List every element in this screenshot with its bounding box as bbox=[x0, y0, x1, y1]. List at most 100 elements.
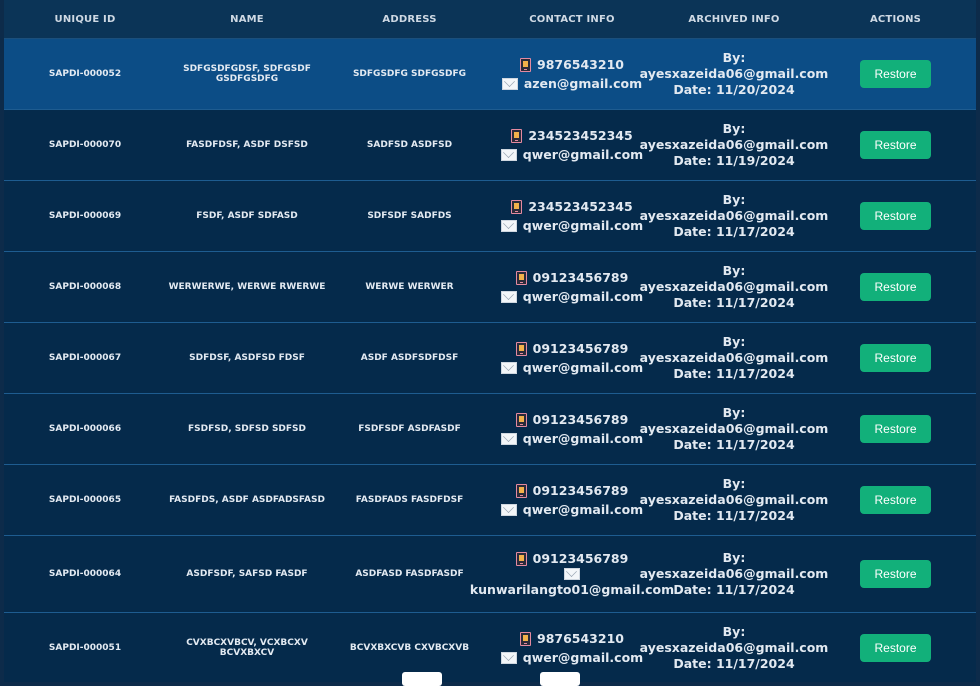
restore-button[interactable]: Restore bbox=[860, 60, 931, 88]
table-header: UNIQUE ID NAME ADDRESS CONTACT INFO ARCH… bbox=[4, 0, 976, 39]
archived-date: Date: 11/17/2024 bbox=[673, 508, 795, 523]
address-cell: FASDFADS FASDFDSF bbox=[355, 495, 464, 505]
contact-cell: 234523452345 qwer@gmail.com bbox=[491, 110, 653, 180]
address-cell: SADFSD ASDFSD bbox=[366, 140, 453, 150]
contact-cell: 9876543210 azen@gmail.com bbox=[491, 39, 653, 109]
archived-by-label: By: bbox=[722, 263, 746, 278]
archived-by-email: ayesxazeida06@gmail.com bbox=[639, 350, 829, 365]
phone-number: 09123456789 bbox=[532, 270, 629, 285]
unique-id-cell: SAPDI-000070 bbox=[48, 140, 122, 150]
mail-icon bbox=[500, 503, 517, 516]
name-cell: FSDF, ASDF SDFASD bbox=[196, 211, 298, 221]
phone-icon bbox=[515, 412, 527, 427]
email-address: qwer@gmail.com bbox=[522, 502, 644, 517]
actions-cell: Restore bbox=[815, 536, 976, 612]
restore-button[interactable]: Restore bbox=[860, 486, 931, 514]
unique-id-cell: SAPDI-000065 bbox=[48, 495, 122, 505]
archived-date: Date: 11/17/2024 bbox=[673, 656, 795, 671]
pagination-next-button[interactable] bbox=[540, 672, 580, 686]
table-row: SAPDI-000069 FSDF, ASDF SDFASD SDFSDF SA… bbox=[4, 181, 976, 252]
actions-cell: Restore bbox=[815, 465, 976, 535]
phone-number: 9876543210 bbox=[537, 57, 624, 72]
actions-cell: Restore bbox=[815, 110, 976, 180]
restore-button[interactable]: Restore bbox=[860, 202, 931, 230]
archived-by-email: ayesxazeida06@gmail.com bbox=[639, 492, 829, 507]
archived-info-cell: By: ayesxazeida06@gmail.com Date: 11/17/… bbox=[640, 394, 829, 464]
contact-cell: 09123456789 qwer@gmail.com bbox=[491, 252, 653, 322]
address-cell: FSDFSDF ASDFASDF bbox=[358, 424, 461, 434]
archived-info-cell: By: ayesxazeida06@gmail.com Date: 11/17/… bbox=[640, 252, 829, 322]
archived-date: Date: 11/17/2024 bbox=[673, 366, 795, 381]
table-row: SAPDI-000051 CVXBCXVBCV, VCXBCXV BCVXBXC… bbox=[4, 613, 976, 682]
email-address: qwer@gmail.com bbox=[522, 289, 644, 304]
table-row: SAPDI-000067 SDFDSF, ASDFSD FDSF ASDF AS… bbox=[4, 323, 976, 394]
mail-icon bbox=[500, 219, 517, 232]
actions-cell: Restore bbox=[815, 613, 976, 682]
archived-by-email: ayesxazeida06@gmail.com bbox=[639, 208, 829, 223]
email-address: qwer@gmail.com bbox=[522, 147, 644, 162]
phone-icon bbox=[515, 483, 527, 498]
mail-icon bbox=[500, 290, 517, 303]
table-row: SAPDI-000066 FSDFSD, SDFSD SDFSD FSDFSDF… bbox=[4, 394, 976, 465]
restore-button[interactable]: Restore bbox=[860, 344, 931, 372]
unique-id-cell: SAPDI-000069 bbox=[48, 211, 122, 221]
archived-info-cell: By: ayesxazeida06@gmail.com Date: 11/17/… bbox=[640, 613, 829, 682]
header-actions: ACTIONS bbox=[869, 13, 922, 25]
archived-date: Date: 11/20/2024 bbox=[673, 82, 795, 97]
archived-info-cell: By: ayesxazeida06@gmail.com Date: 11/17/… bbox=[640, 181, 829, 251]
archived-by-email: ayesxazeida06@gmail.com bbox=[639, 640, 829, 655]
phone-icon bbox=[511, 199, 523, 214]
archived-date: Date: 11/17/2024 bbox=[673, 295, 795, 310]
mail-icon bbox=[500, 361, 517, 374]
phone-number: 09123456789 bbox=[532, 551, 629, 566]
restore-button[interactable]: Restore bbox=[860, 415, 931, 443]
phone-icon bbox=[511, 128, 523, 143]
archived-by-email: ayesxazeida06@gmail.com bbox=[639, 279, 829, 294]
phone-number: 9876543210 bbox=[537, 631, 624, 646]
table-row: SAPDI-000065 FASDFDS, ASDF ASDFADSFASD F… bbox=[4, 465, 976, 536]
archived-by-email: ayesxazeida06@gmail.com bbox=[639, 137, 829, 152]
name-cell: ASDFSDF, SAFSD FASDF bbox=[186, 569, 308, 579]
actions-cell: Restore bbox=[815, 252, 976, 322]
unique-id-cell: SAPDI-000051 bbox=[48, 643, 122, 653]
table-row: SAPDI-000070 FASDFDSF, ASDF DSFSD SADFSD… bbox=[4, 110, 976, 181]
address-cell: WERWE WERWER bbox=[365, 282, 454, 292]
restore-button[interactable]: Restore bbox=[860, 560, 931, 588]
restore-button[interactable]: Restore bbox=[860, 131, 931, 159]
contact-cell: 09123456789 qwer@gmail.com bbox=[491, 465, 653, 535]
contact-cell: 234523452345 qwer@gmail.com bbox=[491, 181, 653, 251]
archived-by-email: ayesxazeida06@gmail.com bbox=[639, 566, 829, 581]
restore-button[interactable]: Restore bbox=[860, 634, 931, 662]
name-cell: SDFGSDFGDSF, SDFGSDF GSDFGSDFG bbox=[183, 64, 311, 84]
email-address: kunwarilangto01@gmail.com bbox=[469, 582, 675, 597]
header-contact-info: CONTACT INFO bbox=[529, 13, 615, 25]
table-row: SAPDI-000068 WERWERWE, WERWE RWERWE WERW… bbox=[4, 252, 976, 323]
email-address: qwer@gmail.com bbox=[522, 650, 644, 665]
unique-id-cell: SAPDI-000052 bbox=[48, 69, 122, 79]
name-cell: FASDFDSF, ASDF DSFSD bbox=[186, 140, 308, 150]
archived-by-label: By: bbox=[722, 624, 746, 639]
mail-icon bbox=[501, 77, 518, 90]
archived-by-label: By: bbox=[722, 121, 746, 136]
mail-icon bbox=[500, 651, 517, 664]
header-address: ADDRESS bbox=[382, 13, 437, 25]
phone-number: 09123456789 bbox=[532, 412, 629, 427]
pagination-prev-button[interactable] bbox=[402, 672, 442, 686]
email-address: qwer@gmail.com bbox=[522, 218, 644, 233]
contact-cell: 09123456789 qwer@gmail.com bbox=[491, 323, 653, 393]
restore-button[interactable]: Restore bbox=[860, 273, 931, 301]
mail-icon bbox=[500, 432, 517, 445]
archived-date: Date: 11/17/2024 bbox=[673, 224, 795, 239]
table-row: SAPDI-000064 ASDFSDF, SAFSD FASDF ASDFAS… bbox=[4, 536, 976, 613]
archived-info-cell: By: ayesxazeida06@gmail.com Date: 11/17/… bbox=[640, 536, 829, 612]
archived-by-label: By: bbox=[722, 405, 746, 420]
phone-icon bbox=[520, 631, 531, 646]
archived-info-cell: By: ayesxazeida06@gmail.com Date: 11/17/… bbox=[640, 323, 829, 393]
archived-date: Date: 11/17/2024 bbox=[673, 437, 795, 452]
email-address: qwer@gmail.com bbox=[522, 431, 644, 446]
contact-cell: 09123456789 kunwarilangto01@gmail.com bbox=[470, 536, 674, 612]
phone-icon bbox=[520, 57, 531, 72]
actions-cell: Restore bbox=[815, 323, 976, 393]
archived-date: Date: 11/17/2024 bbox=[673, 582, 795, 597]
phone-icon bbox=[515, 270, 527, 285]
